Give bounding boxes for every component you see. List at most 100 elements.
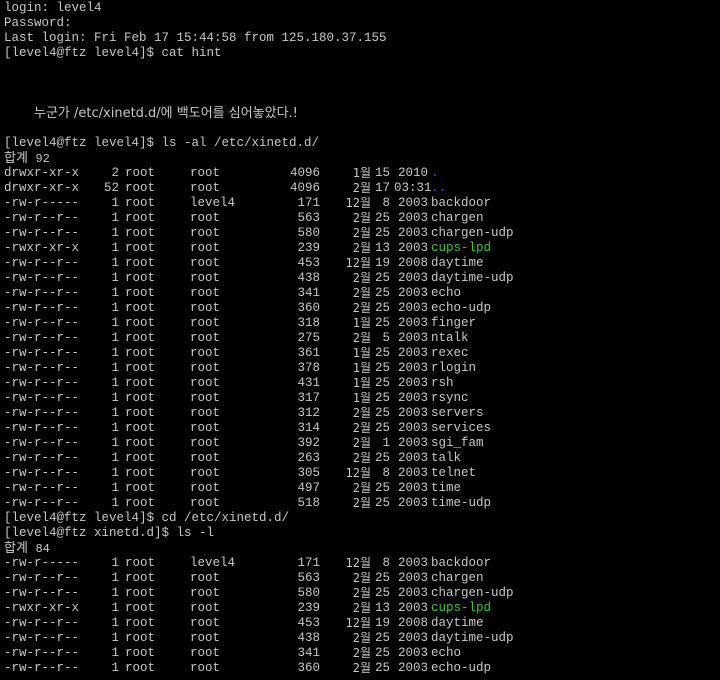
listing-row: -rw-r--r-- 1 root root 341 2월 25 2003 echo: [4, 286, 718, 301]
owner: root: [125, 376, 156, 390]
mod-month: 2월: [352, 241, 371, 255]
mod-year-time: 2008: [397, 256, 428, 270]
command-cd: [level4@ftz level4]$ cd /etc/xinetd.d/: [4, 511, 290, 525]
file-name: rsync: [431, 391, 469, 405]
owner: root: [125, 211, 156, 225]
permissions: -rw-r--r--: [4, 661, 80, 675]
group: root: [190, 226, 221, 240]
owner: root: [125, 316, 156, 330]
mod-day: 19: [374, 256, 390, 270]
file-size: 431: [297, 376, 320, 390]
mod-year-time: 2003: [397, 601, 428, 615]
owner: root: [125, 196, 156, 210]
mod-day: 13: [374, 241, 390, 255]
file-size: 360: [297, 661, 320, 675]
directory-listing-all: drwxr-xr-x 2 root root 4096 1월 15 2010. drwxr-xr…: [4, 166, 718, 511]
owner: root: [125, 181, 156, 195]
mod-month: 2월: [352, 631, 371, 645]
total-label: 합계: [4, 541, 28, 556]
mod-year-time: 2003: [397, 376, 428, 390]
owner: root: [125, 226, 156, 240]
mod-day: 1: [382, 436, 390, 450]
group: root: [190, 346, 221, 360]
mod-year-time: 2003: [397, 211, 428, 225]
link-count: 1: [111, 211, 119, 225]
file-name: cups-lpd: [431, 241, 492, 255]
permissions: -rw-r--r--: [4, 286, 80, 300]
mod-month: 2월: [352, 271, 371, 285]
mod-year-time: 2003: [397, 481, 428, 495]
permissions: -rw-r--r--: [4, 211, 80, 225]
mod-year-time: 2003: [397, 346, 428, 360]
group: root: [190, 376, 221, 390]
listing-row: -rw-r--r-- 1 root root 438 2월 25 2003 daytime-ud…: [4, 271, 718, 286]
file-size: 518: [297, 496, 320, 510]
file-name: echo: [431, 286, 462, 300]
owner: root: [125, 466, 156, 480]
mod-month: 1월: [352, 376, 371, 390]
mod-day: 25: [374, 571, 390, 585]
listing-row: -rw-r--r-- 1 root root 314 2월 25 2003 services: [4, 421, 718, 436]
group: root: [190, 646, 221, 660]
file-name: chargen: [431, 211, 484, 225]
file-size: 580: [297, 586, 320, 600]
mod-month: 2월: [352, 181, 371, 195]
link-count: 1: [111, 241, 119, 255]
terminal-window[interactable]: login: level4 Password: Last login: Fri …: [4, 1, 718, 679]
mod-year-time: 2003: [397, 241, 428, 255]
file-name: echo: [431, 646, 462, 660]
group: root: [190, 571, 221, 585]
link-count: 1: [111, 661, 119, 675]
total-value: 84: [35, 542, 50, 556]
link-count: 1: [111, 451, 119, 465]
owner: root: [125, 301, 156, 315]
group: level4: [190, 556, 236, 570]
group: root: [190, 406, 221, 420]
mod-year-time: 2003: [397, 466, 428, 480]
hint-text: 누군가 /etc/xinetd.d/에 백도어를 심어놓았다.!: [34, 106, 298, 121]
file-name: chargen: [431, 571, 484, 585]
mod-year-time: 2003: [397, 586, 428, 600]
file-name: ntalk: [431, 331, 469, 345]
mod-month: 12월: [345, 256, 372, 270]
permissions: -rw-r--r--: [4, 466, 80, 480]
group: root: [190, 256, 221, 270]
link-count: 1: [111, 646, 119, 660]
listing-row: drwxr-xr-x 52 root root 4096 2월 17 03:31..: [4, 181, 718, 196]
permissions: -rw-r--r--: [4, 436, 80, 450]
mod-month: 2월: [352, 586, 371, 600]
listing-row: -rw-r--r-- 1 root root 453 12월 19 2008 daytime: [4, 256, 718, 271]
file-size: 4096: [289, 181, 320, 195]
file-size: 341: [297, 646, 320, 660]
file-name: daytime: [431, 256, 484, 270]
link-count: 1: [111, 466, 119, 480]
link-count: 1: [111, 586, 119, 600]
owner: root: [125, 361, 156, 375]
mod-year-time: 2003: [397, 496, 428, 510]
mod-day: 25: [374, 481, 390, 495]
link-count: 1: [111, 196, 119, 210]
owner: root: [125, 166, 156, 180]
file-name: time: [431, 481, 462, 495]
listing-row: -rw-r--r-- 1 root root 341 2월 25 2003 echo: [4, 646, 718, 661]
owner: root: [125, 406, 156, 420]
link-count: 1: [111, 271, 119, 285]
mod-day: 19: [374, 616, 390, 630]
mod-day: 25: [374, 586, 390, 600]
file-size: 4096: [289, 166, 320, 180]
permissions: -rw-r--r--: [4, 586, 80, 600]
listing-row: -rw-r--r-- 1 root root 518 2월 25 2003 time-udp: [4, 496, 718, 511]
file-name: .: [431, 166, 439, 180]
listing-row: -rw-r--r-- 1 root root 453 12월 19 2008 daytime: [4, 616, 718, 631]
command-cat-hint: [level4@ftz level4]$ cat hint: [4, 46, 222, 60]
listing-row: -rwxr-xr-x 1 root root 239 2월 13 2003 cups-lpd: [4, 241, 718, 256]
group: root: [190, 166, 221, 180]
listing-row: -rw-r--r-- 1 root root 317 1월 25 2003 rsync: [4, 391, 718, 406]
owner: root: [125, 271, 156, 285]
mod-day: 25: [374, 301, 390, 315]
owner: root: [125, 571, 156, 585]
login-line: login: level4: [4, 1, 102, 15]
mod-day: 25: [374, 286, 390, 300]
permissions: drwxr-xr-x: [4, 181, 80, 195]
